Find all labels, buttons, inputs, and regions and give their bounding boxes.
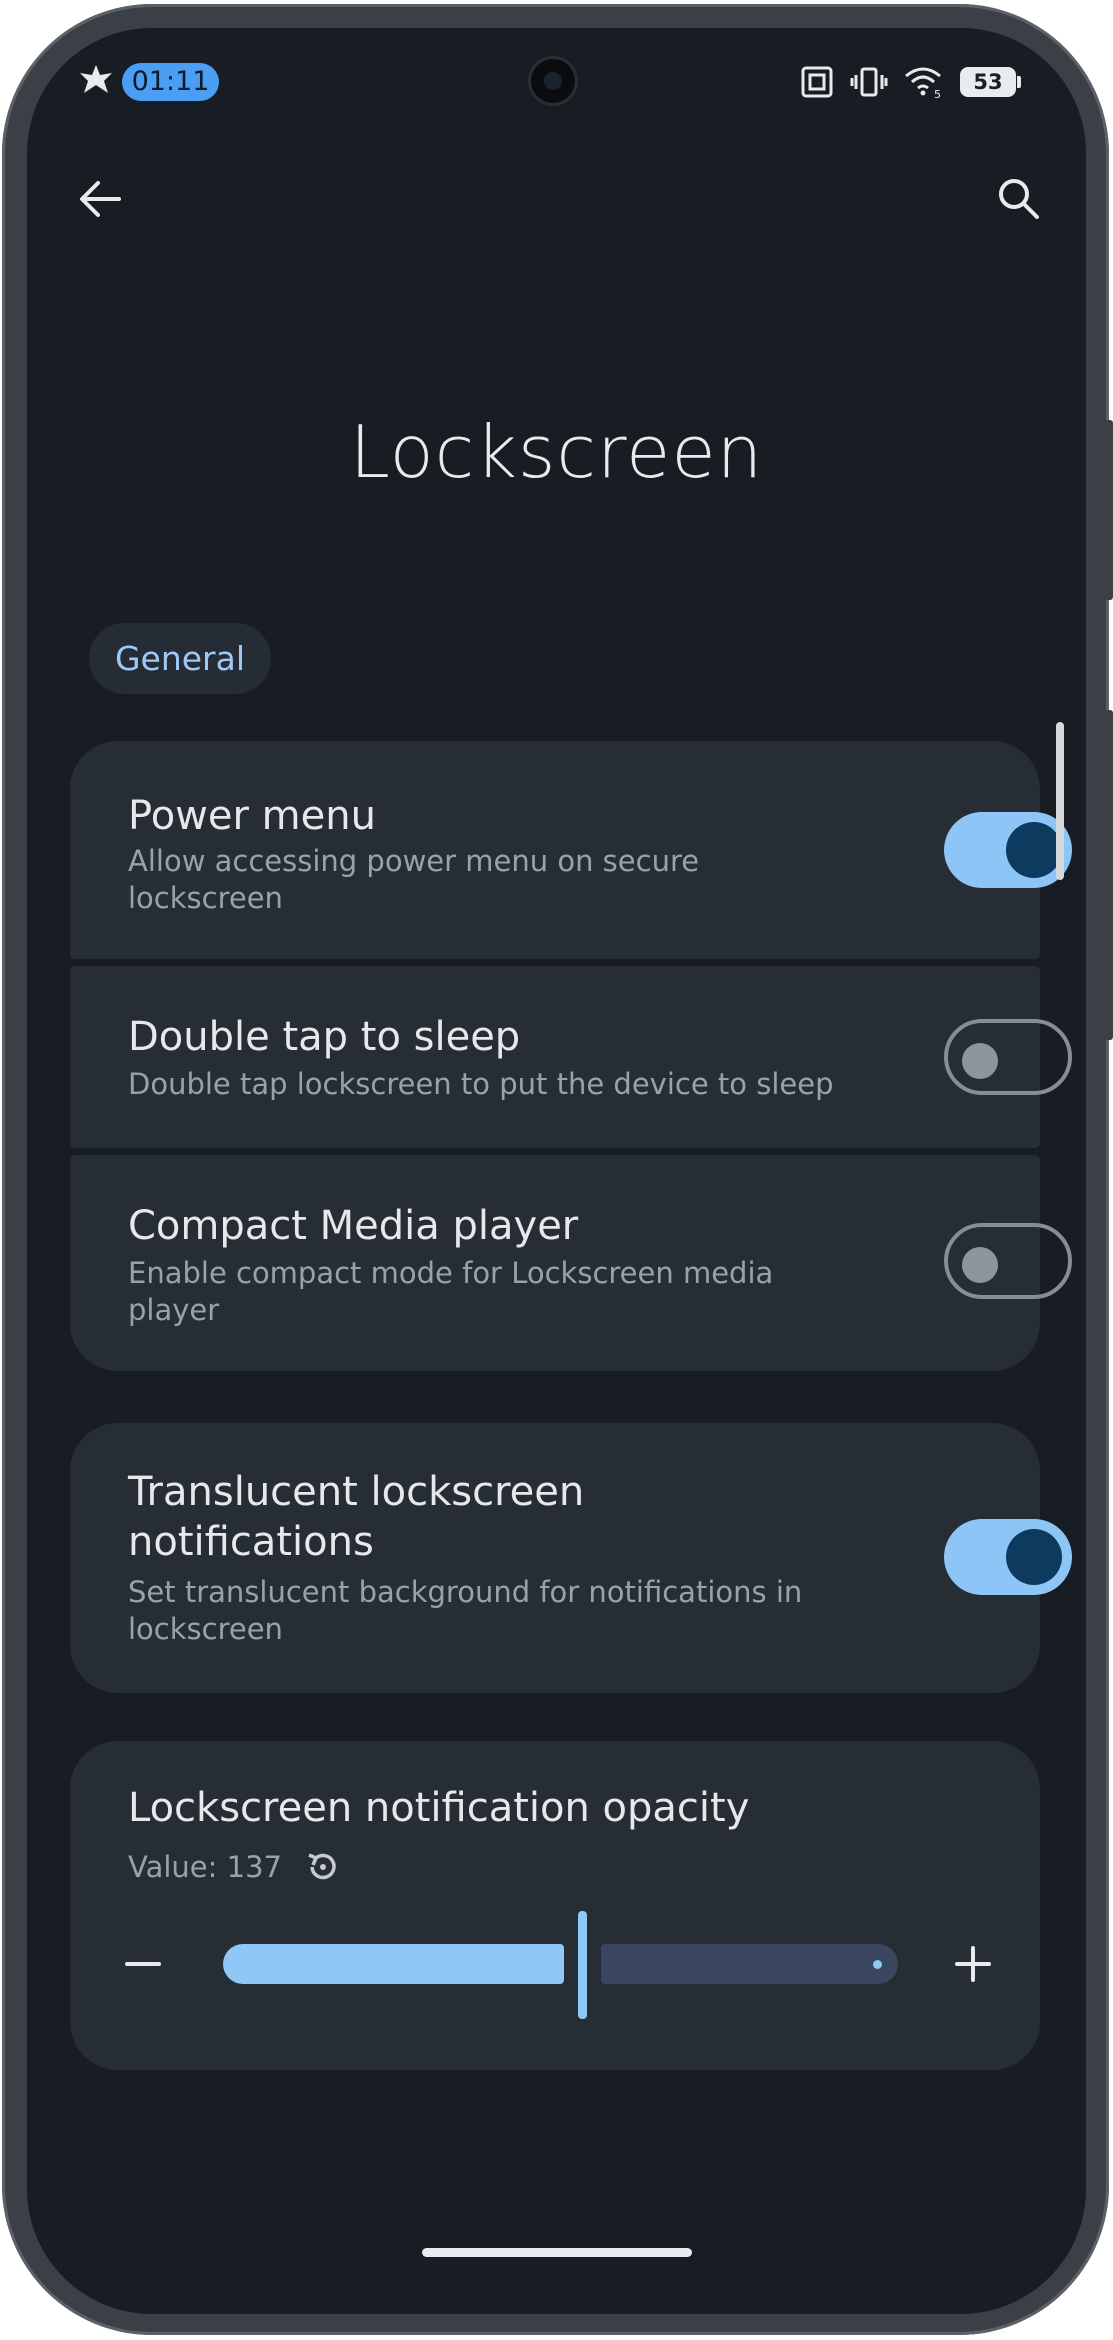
minus-icon [125, 1962, 161, 1966]
setting-label: Compact Media player [128, 1203, 579, 1249]
slider-handle[interactable] [578, 1911, 587, 2019]
compact-media-player-toggle[interactable] [944, 1223, 1072, 1299]
slider-active-track[interactable] [223, 1944, 564, 1984]
setting-description: Enable compact mode for Lockscreen media… [128, 1256, 774, 1327]
setting-compact-media-player[interactable]: Compact Media player Enable compact mode… [70, 1155, 1072, 1371]
back-arrow-icon [80, 181, 121, 217]
app-logo-icon [80, 65, 112, 93]
back-button[interactable] [70, 169, 130, 229]
search-button[interactable] [989, 169, 1049, 229]
double-tap-sleep-toggle[interactable] [944, 1019, 1072, 1095]
search-icon [999, 179, 1039, 219]
setting-translucent-notifications[interactable]: Translucent lockscreen notifications Set… [70, 1423, 1072, 1693]
plus-icon [955, 1946, 991, 1982]
nfc-icon [801, 66, 833, 98]
power-menu-toggle[interactable] [944, 812, 1072, 888]
section-chip-general: General [89, 623, 271, 694]
setting-notification-opacity: Lockscreen notification opacity Value: 1… [70, 1741, 1040, 2070]
setting-label: Lockscreen notification opacity [128, 1785, 750, 1831]
status-time: 01:11 [122, 63, 219, 101]
page-title: Lockscreen [349, 410, 764, 494]
scroll-indicator[interactable] [1056, 722, 1064, 880]
increase-button[interactable] [955, 1946, 991, 1982]
vibrate-icon [850, 67, 888, 97]
setting-power-menu[interactable]: Power menu Allow accessing power menu on… [70, 741, 1072, 959]
status-icons: 5 53 [800, 62, 1021, 102]
battery-icon: 53 [960, 67, 1021, 97]
decrease-button[interactable] [125, 1946, 161, 1982]
front-camera [531, 59, 575, 103]
slider-inactive-track[interactable] [601, 1944, 898, 1984]
setting-description: Double tap lockscreen to put the device … [128, 1067, 834, 1101]
translucent-notifications-toggle[interactable] [944, 1519, 1072, 1595]
opacity-value-text: Value: 137 [128, 1850, 282, 1884]
wifi-icon: 5 [905, 67, 941, 99]
setting-description: Allow accessing power menu on secure loc… [128, 844, 700, 915]
slider-stop-indicator [873, 1960, 882, 1969]
reset-icon[interactable] [305, 1849, 341, 1885]
setting-label: Translucent lockscreen notifications [128, 1469, 585, 1565]
setting-label: Power menu [128, 793, 376, 839]
home-indicator[interactable] [422, 2248, 692, 2257]
setting-label: Double tap to sleep [128, 1014, 521, 1060]
volume-button [1105, 710, 1113, 1040]
setting-description: Set translucent background for notificat… [128, 1575, 803, 1646]
setting-double-tap-sleep[interactable]: Double tap to sleep Double tap lockscree… [70, 966, 1072, 1148]
svg-text:5: 5 [934, 88, 941, 99]
